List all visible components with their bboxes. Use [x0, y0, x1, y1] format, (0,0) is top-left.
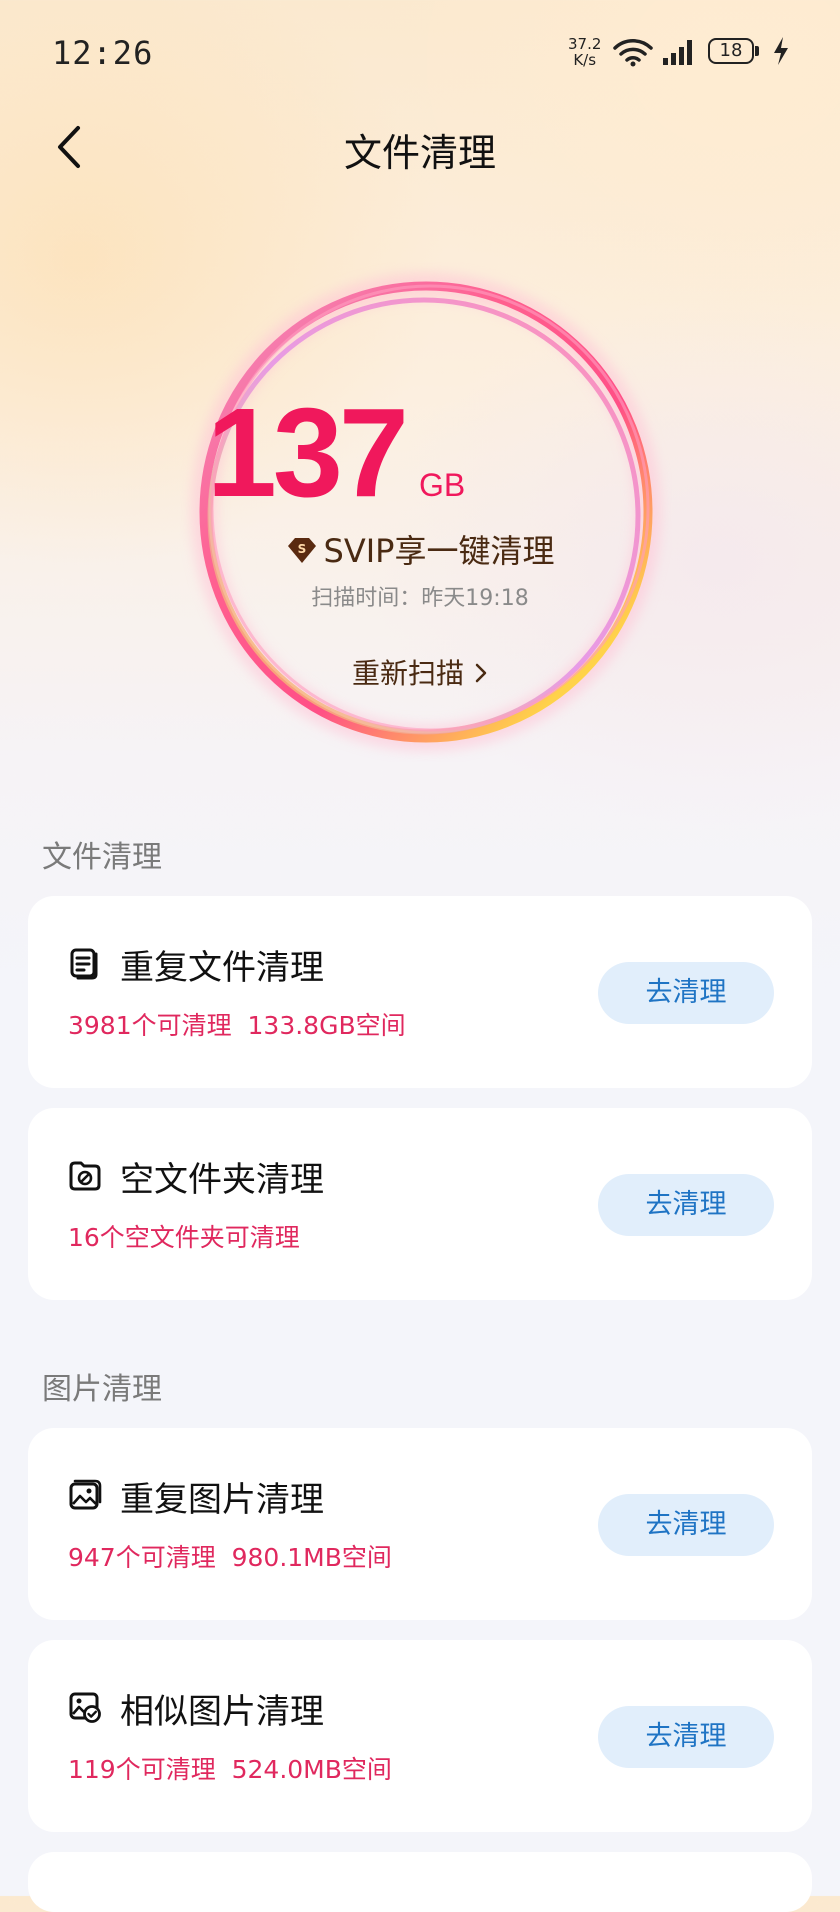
battery-level: 18 — [708, 38, 754, 64]
cleanable-size-value: 137 — [206, 382, 409, 523]
image-icon — [69, 1479, 102, 1510]
section-title-files: 文件清理 — [42, 840, 162, 875]
battery-icon: 18 — [708, 38, 764, 66]
cleanable-size-unit: GB — [419, 467, 466, 503]
status-time: 12:26 — [52, 34, 154, 72]
card-title: 重复图片清理 — [120, 1480, 324, 1520]
card-title: 空文件夹清理 — [120, 1160, 324, 1200]
network-speed: 37.2 K/s — [568, 36, 601, 68]
section-title-images: 图片清理 — [42, 1372, 162, 1407]
card-desc: 16个空文件夹可清理 — [68, 1223, 300, 1252]
empty-folder-icon — [69, 1161, 101, 1191]
card-desc: 3981个可清理 133.8GB空间 — [68, 1011, 406, 1040]
rescan-label: 重新扫描 — [351, 657, 464, 690]
svip-label: SVIP享一键清理 — [323, 532, 555, 570]
charging-bolt-icon — [774, 37, 788, 65]
chevron-right-icon — [475, 663, 487, 683]
clean-button-duplicate-images[interactable]: 去清理 — [598, 1494, 774, 1556]
empty-folders-card: 空文件夹清理 16个空文件夹可清理 去清理 — [28, 1108, 812, 1300]
clean-button-similar-images[interactable]: 去清理 — [598, 1706, 774, 1768]
wifi-icon — [613, 39, 653, 67]
network-speed-unit: K/s — [573, 51, 597, 69]
status-bar: 12:26 37.2 K/s 18 — [0, 0, 840, 108]
similar-image-icon — [69, 1692, 101, 1723]
svip-gem-icon: S — [287, 538, 316, 563]
duplicate-images-card: 重复图片清理 947个可清理 980.1MB空间 去清理 — [28, 1428, 812, 1620]
next-card-partial — [28, 1852, 812, 1912]
clean-button-duplicate-files[interactable]: 去清理 — [598, 962, 774, 1024]
card-desc: 947个可清理 980.1MB空间 — [68, 1543, 392, 1572]
similar-images-card: 相似图片清理 119个可清理 524.0MB空间 去清理 — [28, 1640, 812, 1832]
rescan-button[interactable]: 重新扫描 — [0, 652, 840, 692]
network-speed-value: 37.2 — [568, 35, 602, 53]
card-title: 相似图片清理 — [120, 1692, 324, 1732]
duplicate-files-card: 重复文件清理 3981个可清理 133.8GB空间 去清理 — [28, 896, 812, 1088]
document-icon — [70, 948, 98, 980]
page-title: 文件清理 — [343, 131, 496, 175]
cleanable-size: 137 GB — [152, 380, 520, 525]
scan-time: 扫描时间：昨天19:18 — [311, 586, 529, 611]
svip-one-click-clean[interactable]: S SVIP享一键清理 — [0, 526, 840, 572]
cellular-signal-icon — [663, 40, 692, 65]
card-title: 重复文件清理 — [120, 948, 324, 988]
card-desc: 119个可清理 524.0MB空间 — [68, 1755, 392, 1784]
clean-button-empty-folders[interactable]: 去清理 — [598, 1174, 774, 1236]
svg-text:S: S — [297, 542, 306, 556]
battery-tip — [755, 46, 759, 56]
